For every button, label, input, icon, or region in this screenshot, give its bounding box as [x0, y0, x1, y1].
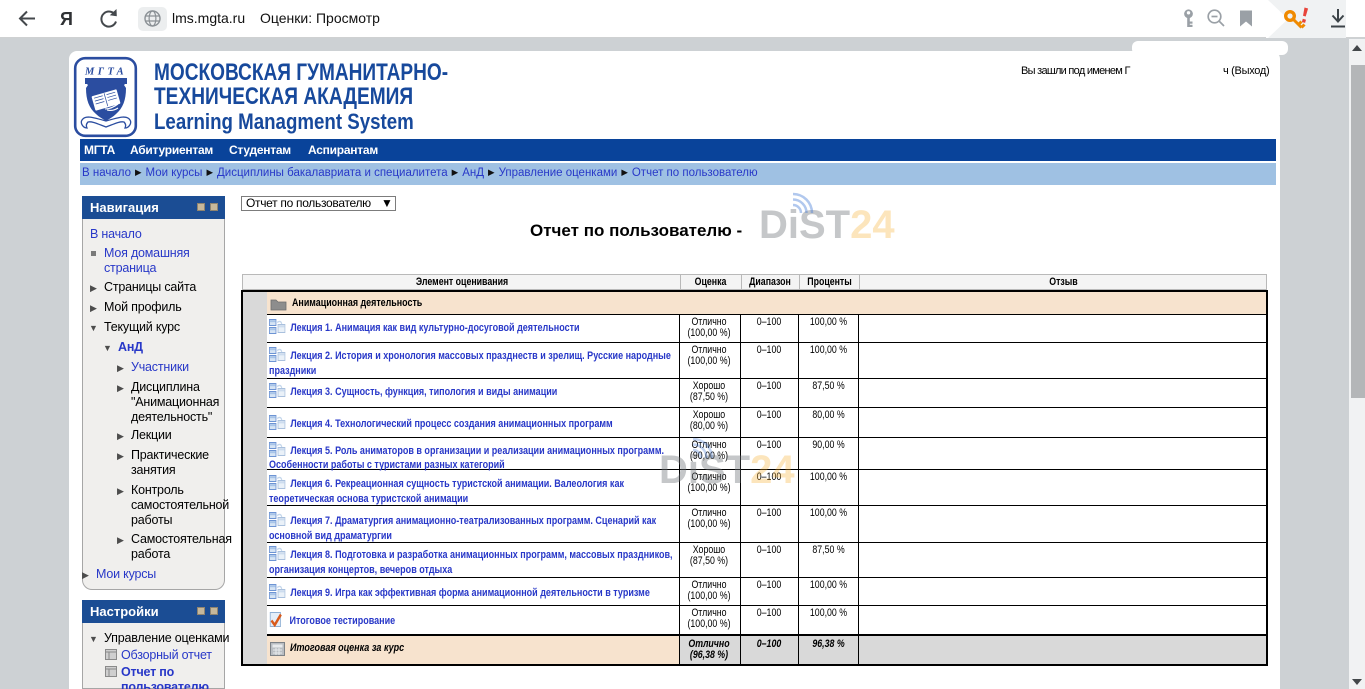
svg-text:МГТА: МГТА — [84, 67, 127, 78]
svg-text:Я: Я — [60, 9, 73, 29]
